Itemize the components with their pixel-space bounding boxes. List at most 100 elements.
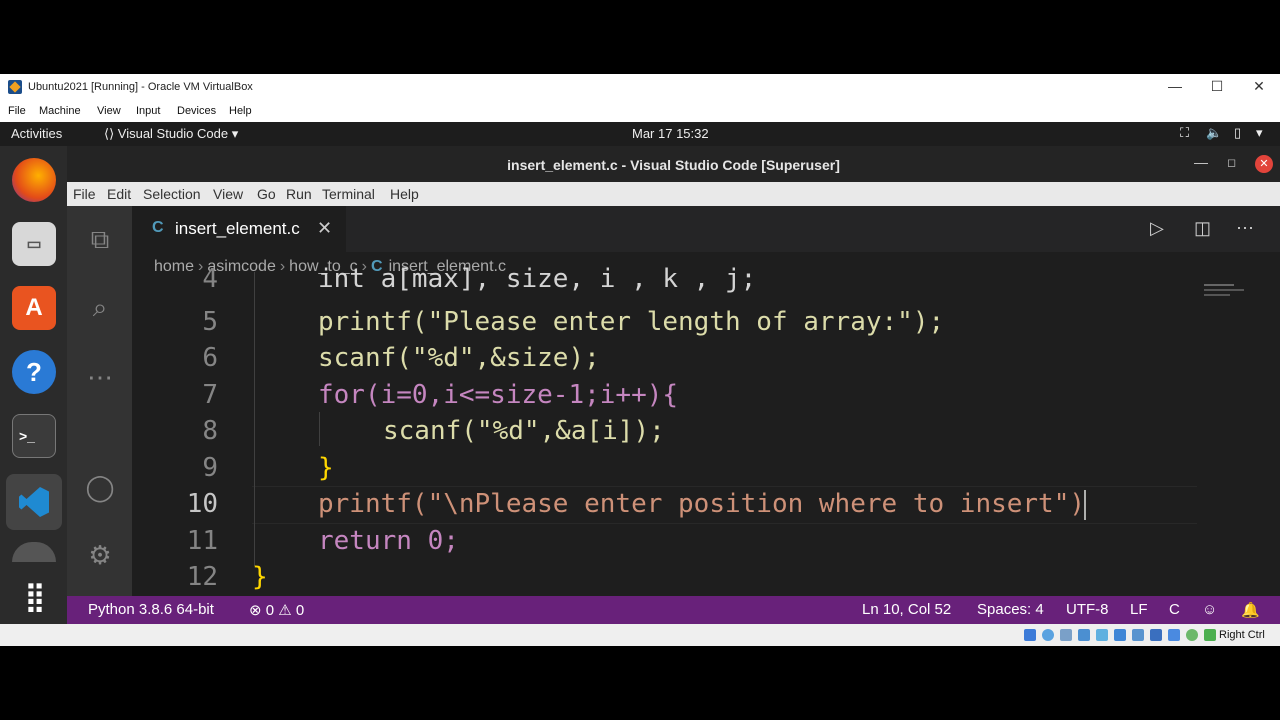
code-line: scanf("%d",&a[i]); bbox=[383, 416, 665, 446]
usb-icon[interactable] bbox=[1096, 629, 1108, 641]
volume-icon[interactable]: 🔈 bbox=[1206, 125, 1222, 141]
mouse-integration-icon[interactable] bbox=[1186, 629, 1198, 641]
software-icon[interactable]: A bbox=[12, 286, 56, 330]
firefox-icon[interactable] bbox=[12, 158, 56, 202]
cursor-position[interactable]: Ln 10, Col 52 bbox=[862, 601, 951, 618]
vbox-titlebar: Ubuntu2021 [Running] - Oracle VM Virtual… bbox=[0, 74, 1280, 102]
code-line: } bbox=[318, 453, 334, 483]
feedback-icon[interactable]: ☺ bbox=[1202, 601, 1217, 618]
account-icon[interactable]: ◯ bbox=[83, 470, 117, 504]
network-adapter-icon[interactable] bbox=[1078, 629, 1090, 641]
line-number: 6 bbox=[202, 343, 218, 373]
vscode-menubar: File Edit Selection View Go Run Terminal… bbox=[67, 182, 1280, 206]
hdd-icon[interactable] bbox=[1024, 629, 1036, 641]
vscode-logo-icon bbox=[19, 487, 49, 517]
code-line: printf("Please enter length of array:"); bbox=[318, 307, 945, 337]
clock[interactable]: Mar 17 15:32 bbox=[632, 126, 709, 141]
files-icon[interactable]: ▭ bbox=[12, 222, 56, 266]
more-icon[interactable]: ⋯ bbox=[83, 360, 117, 394]
code-line: int a[max], size, i , k , j; bbox=[318, 264, 757, 294]
indentation[interactable]: Spaces: 4 bbox=[977, 601, 1044, 618]
line-number: 5 bbox=[202, 307, 218, 337]
end-of-line[interactable]: LF bbox=[1130, 601, 1148, 618]
tab-close-icon[interactable]: ✕ bbox=[317, 218, 332, 239]
activity-bar: ⧉ ⌕ ⋯ ◯ ⚙ bbox=[67, 206, 132, 596]
problems-count[interactable]: ⊗ 0 ⚠ 0 bbox=[249, 601, 304, 619]
system-menu-icon[interactable]: ▾ bbox=[1256, 125, 1263, 141]
menu-edit[interactable]: Edit bbox=[107, 186, 131, 202]
close-icon[interactable]: ✕ bbox=[1249, 78, 1269, 95]
menu-terminal[interactable]: Terminal bbox=[322, 186, 375, 202]
vscode-close-icon[interactable]: ✕ bbox=[1255, 155, 1273, 173]
language-mode[interactable]: C bbox=[1169, 601, 1180, 618]
vbox-menu-help[interactable]: Help bbox=[229, 105, 252, 117]
audio-icon[interactable] bbox=[1060, 629, 1072, 641]
terminal-icon[interactable]: >_ bbox=[12, 414, 56, 458]
vbox-menu-view[interactable]: View bbox=[97, 105, 121, 117]
shared-folders-icon[interactable] bbox=[1114, 629, 1126, 641]
code-editor[interactable]: 4 5 6 7 8 9 10 11 12 int a[max], size, i… bbox=[132, 264, 1280, 596]
menu-go[interactable]: Go bbox=[257, 186, 276, 202]
cpu-icon[interactable] bbox=[1168, 629, 1180, 641]
editor-area: C insert_element.c ✕ ▷ ◫ ⋯ home › asimcode… bbox=[132, 206, 1280, 596]
vscode-titlebar: insert_element.c - Visual Studio Code [S… bbox=[67, 146, 1280, 182]
virtualbox-logo-icon bbox=[8, 80, 22, 94]
vscode-minimize-icon[interactable]: — bbox=[1194, 154, 1208, 170]
show-apps-icon[interactable]: ⣿ bbox=[12, 574, 56, 618]
code-line: } bbox=[252, 562, 268, 592]
line-number: 11 bbox=[186, 526, 218, 556]
vscode-window-title: insert_element.c - Visual Studio Code [S… bbox=[507, 157, 840, 173]
vbox-menu-machine[interactable]: Machine bbox=[39, 105, 81, 117]
code-line-active: printf("\nPlease enter position where to… bbox=[318, 489, 1086, 519]
display-icon[interactable] bbox=[1132, 629, 1144, 641]
vbox-menu-devices[interactable]: Devices bbox=[177, 105, 216, 117]
split-editor-icon[interactable]: ◫ bbox=[1194, 218, 1211, 239]
vscode-dock-icon[interactable] bbox=[6, 474, 62, 530]
menu-help[interactable]: Help bbox=[390, 186, 419, 202]
mouse-pointer-icon bbox=[558, 100, 569, 116]
c-file-icon: C bbox=[152, 219, 164, 236]
activities-button[interactable]: Activities bbox=[11, 126, 62, 141]
status-bar: Python 3.8.6 64-bit ⊗ 0 ⚠ 0 Ln 10, Col 5… bbox=[67, 596, 1280, 624]
disk-icon[interactable] bbox=[12, 542, 56, 562]
vbox-menu-input[interactable]: Input bbox=[136, 105, 160, 117]
menu-run[interactable]: Run bbox=[286, 186, 312, 202]
menu-file[interactable]: File bbox=[73, 186, 96, 202]
host-key-label: Right Ctrl bbox=[1219, 629, 1265, 641]
encoding[interactable]: UTF-8 bbox=[1066, 601, 1109, 618]
python-interpreter[interactable]: Python 3.8.6 64-bit bbox=[88, 601, 214, 618]
indent-guide bbox=[254, 272, 255, 566]
help-icon[interactable]: ? bbox=[12, 350, 56, 394]
indent-guide bbox=[319, 412, 320, 446]
maximize-icon[interactable]: ☐ bbox=[1207, 78, 1227, 95]
minimize-icon[interactable]: — bbox=[1165, 78, 1185, 94]
network-icon[interactable]: ⛶ bbox=[1180, 125, 1189, 141]
menu-view[interactable]: View bbox=[213, 186, 243, 202]
vscode-maximize-icon[interactable]: ◻ bbox=[1227, 156, 1236, 169]
optical-drive-icon[interactable] bbox=[1042, 629, 1054, 641]
app-menu[interactable]: ⟨⟩ Visual Studio Code ▾ bbox=[104, 126, 238, 142]
explorer-icon[interactable]: ⧉ bbox=[83, 222, 117, 256]
menu-selection[interactable]: Selection bbox=[143, 186, 201, 202]
vbox-statusbar: Right Ctrl bbox=[0, 624, 1280, 646]
more-actions-icon[interactable]: ⋯ bbox=[1236, 218, 1254, 239]
recording-icon[interactable] bbox=[1150, 629, 1162, 641]
line-number: 9 bbox=[202, 453, 218, 483]
gnome-top-bar: Activities ⟨⟩ Visual Studio Code ▾ Mar 1… bbox=[0, 122, 1280, 146]
line-number: 8 bbox=[202, 416, 218, 446]
battery-icon[interactable]: ▯ bbox=[1234, 125, 1241, 141]
vbox-menubar: File Machine View Input Devices Help bbox=[0, 102, 1280, 122]
app-menu-label: Visual Studio Code ▾ bbox=[117, 126, 239, 141]
tab-insert-element[interactable]: C insert_element.c ✕ bbox=[132, 206, 346, 252]
vbox-menu-file[interactable]: File bbox=[8, 105, 26, 117]
vbox-window-title: Ubuntu2021 [Running] - Oracle VM Virtual… bbox=[28, 81, 253, 93]
line-number-active: 10 bbox=[186, 489, 218, 519]
tab-label: insert_element.c bbox=[175, 219, 300, 238]
text-cursor bbox=[1084, 490, 1086, 520]
minimap[interactable] bbox=[1204, 282, 1248, 300]
settings-gear-icon[interactable]: ⚙ bbox=[83, 538, 117, 572]
keyboard-icon[interactable] bbox=[1204, 629, 1216, 641]
run-icon[interactable]: ▷ bbox=[1150, 218, 1164, 239]
notifications-bell-icon[interactable]: 🔔 bbox=[1241, 601, 1260, 619]
search-icon[interactable]: ⌕ bbox=[83, 290, 117, 324]
